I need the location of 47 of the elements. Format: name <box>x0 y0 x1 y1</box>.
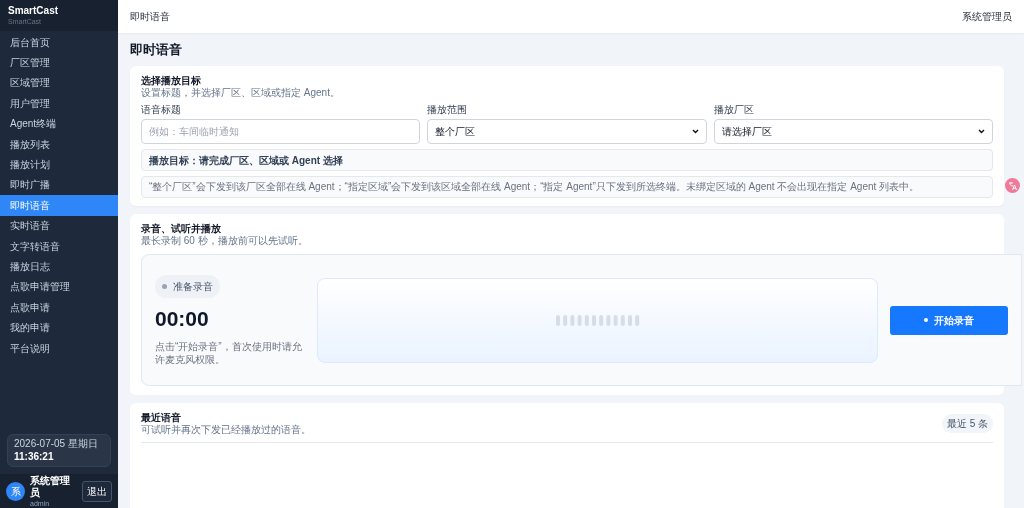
sidebar-item[interactable]: 播放日志 <box>0 256 118 277</box>
field-label: 播放厂区 <box>713 104 755 116</box>
sidebar-item[interactable]: 区域管理 <box>0 72 118 94</box>
sidebar-item[interactable]: 播放列表 <box>0 133 118 155</box>
record-button[interactable]: 开始录音 <box>890 305 1008 335</box>
clock-date: 2026-07-05 星期日 <box>14 438 99 450</box>
sidebar-item[interactable]: 播放计划 <box>0 154 118 175</box>
sidebar-item[interactable]: 即时广播 <box>0 174 118 196</box>
record-timer: 00:00 <box>155 305 210 332</box>
brand-name: SmartCast <box>8 5 60 17</box>
sidebar-item[interactable]: 即时语音 <box>0 195 118 216</box>
select-field[interactable]: 整个厂区 <box>427 119 707 144</box>
sidebar-item[interactable]: 厂区管理 <box>0 52 118 73</box>
status-text: 准备录音 <box>173 279 213 294</box>
chevron-down-icon <box>691 129 699 134</box>
logout-button[interactable]: 退出 <box>82 480 112 502</box>
card-title: 录音、试听并播放 <box>141 222 222 235</box>
card-title: 选择播放目标 <box>141 74 202 87</box>
card-subtitle: 可试听并再次下发已经播放过的语音。 <box>141 424 311 436</box>
sidebar-item[interactable]: Agent终端 <box>0 113 118 134</box>
user-avatar: 系 <box>6 481 25 501</box>
sidebar-item[interactable]: 我的申请 <box>0 317 118 338</box>
record-note: 点击“开始录音”，首次使用时请允许麦克风权限。 <box>155 339 303 366</box>
sidebar-item[interactable]: 文字转语音 <box>0 235 118 257</box>
user-name: 系统管理员 <box>30 474 71 499</box>
chevron-down-icon <box>978 129 985 134</box>
sidebar-item[interactable]: 用户管理 <box>0 93 118 114</box>
target-summary: 播放目标：请完成厂区、区域或 Agent 选择 <box>141 149 993 171</box>
sidebar-item[interactable]: 点歌申请管理 <box>0 276 118 298</box>
field-label: 语音标题 <box>141 104 182 116</box>
clock-time: 11:36:21 <box>14 450 55 463</box>
hint-text: “整个厂区”会下发到该厂区全部在线 Agent；“指定区域”会下发到该区域全部在线 Agent；“指定 Agent”只下发到所选终端。未绑定区域的 Agent 不会出现在指定 Agent 列表中。 <box>141 176 993 198</box>
page-title: 即时语音 <box>130 41 183 58</box>
sidebar-item[interactable]: 后台首页 <box>0 32 118 53</box>
sidebar-item[interactable]: 平台说明 <box>0 337 118 359</box>
translate-icon[interactable] <box>1005 178 1020 193</box>
select-field[interactable]: 请选择厂区 <box>713 119 993 144</box>
sidebar-item[interactable]: 点歌申请 <box>0 297 118 318</box>
sidebar-item[interactable]: 实时语音 <box>0 215 118 236</box>
card-subtitle: 设置标题，并选择厂区、区域或指定 Agent。 <box>141 87 341 99</box>
header-user: 系统管理员 <box>962 10 1012 24</box>
card-title: 最近语音 <box>141 411 182 424</box>
breadcrumb: 即时语音 <box>130 10 170 24</box>
card-subtitle: 最长录制 60 秒，播放前可以先试听。 <box>141 235 309 247</box>
title-input[interactable]: 例如：车间临时通知 <box>141 119 421 144</box>
count-badge: 最近 5 条 <box>941 414 993 433</box>
field-label: 播放范围 <box>427 104 469 116</box>
